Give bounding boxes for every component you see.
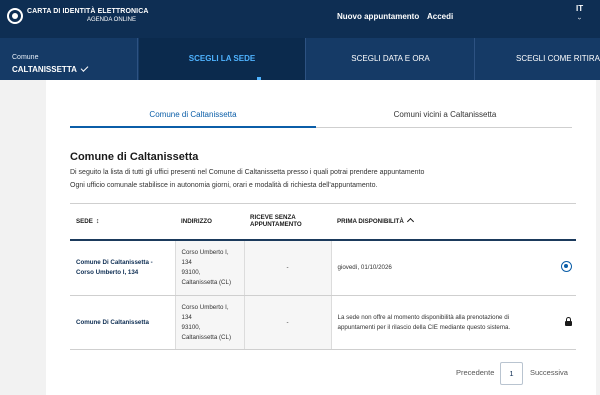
cell-sede: Comune Di Caltanissetta - Corso Umberto I… (70, 239, 175, 296)
cell-indirizzo: Corso Umberto I, 134 93100, Caltanissetta (… (174, 295, 244, 350)
step-sede-label: SCEGLI LA SEDE (188, 54, 256, 63)
step-comune-label: Comune (12, 54, 39, 61)
cell-action (531, 295, 576, 350)
step-data-ora-label: SCEGLI DATA E ORA (351, 54, 430, 63)
table-row[interactable]: Comune Di Caltanissetta Corso Umberto I,… (70, 295, 576, 350)
section-description-2: Ogni ufficio comunale stabilisce in auto… (70, 182, 378, 189)
cell-prima-disponibilita: giovedì, 01/10/2026 (331, 239, 531, 296)
cell-prima-disponibilita: La sede non offre al momento disponibili… (331, 295, 531, 350)
step-ritiro[interactable]: SCEGLI COME RITIRARE (476, 38, 600, 80)
step-bar: Comune CALTANISSETTA SCEGLI LA SEDE SCEG… (0, 38, 600, 80)
main-card: Comune di Caltanissetta Comuni vicini a … (46, 80, 596, 395)
col-header-action (531, 203, 576, 241)
cell-riceve: - (243, 295, 332, 350)
pagination-prev[interactable]: Precedente (456, 368, 494, 377)
tab-comune[interactable]: Comune di Caltanissetta (70, 110, 316, 119)
sort-icon[interactable]: ↕ (96, 218, 100, 225)
pagination-page-current[interactable]: 1 (500, 362, 523, 385)
offices-table: SEDE ↕ INDIRIZZO RICEVE SENZA APPUNTAMENTO… (70, 203, 576, 350)
language-selector[interactable]: IT (576, 4, 583, 13)
step-comune[interactable]: Comune CALTANISSETTA (0, 38, 138, 80)
logo-icon (7, 8, 23, 24)
cell-indirizzo: Corso Umberto I, 134 93100, Caltanissetta (… (174, 239, 244, 296)
logo[interactable]: CARTA DI IDENTITÀ ELETTRONICA AGENDA ONL… (7, 8, 149, 24)
step-sede[interactable]: SCEGLI LA SEDE (139, 38, 306, 80)
cell-sede: Comune Di Caltanissetta (70, 295, 175, 350)
section-title: Comune di Caltanissetta (70, 151, 199, 163)
col-header-indirizzo: INDIRIZZO (175, 203, 244, 241)
radio-selected-icon[interactable] (561, 261, 572, 273)
col-header-sede[interactable]: SEDE ↕ (70, 203, 175, 241)
section-description-1: Di seguito la lista di tutti gli uffici … (70, 169, 425, 176)
check-icon (80, 64, 89, 72)
login-link[interactable]: Accedi (427, 12, 453, 21)
step-ritiro-label: SCEGLI COME RITIRARE (516, 54, 600, 63)
tab-comuni-vicini[interactable]: Comuni vicini a Caltanissetta (322, 110, 568, 119)
new-appointment-link[interactable]: Nuovo appuntamento (337, 12, 419, 21)
active-tab-underline (70, 126, 316, 128)
lock-icon (565, 316, 572, 326)
cell-action (531, 239, 576, 296)
logo-title: CARTA DI IDENTITÀ ELETTRONICA (27, 8, 149, 15)
top-bar: CARTA DI IDENTITÀ ELETTRONICA AGENDA ONL… (0, 0, 600, 38)
table-row[interactable]: Comune Di Caltanissetta - Corso Umberto I… (70, 239, 576, 296)
pagination-next[interactable]: Successiva (530, 368, 568, 377)
logo-subtitle: AGENDA ONLINE (87, 17, 137, 23)
col-header-prima[interactable]: PRIMA DISPONIBILITÀ (331, 203, 531, 241)
col-header-riceve: RICEVE SENZA APPUNTAMENTO (244, 203, 331, 241)
cell-riceve: - (243, 239, 332, 296)
sort-up-icon[interactable] (406, 217, 414, 225)
chevron-down-icon[interactable]: › (576, 17, 583, 19)
step-comune-value: CALTANISSETTA (12, 65, 77, 74)
tab-divider (316, 127, 572, 128)
step-data-ora[interactable]: SCEGLI DATA E ORA (307, 38, 475, 80)
